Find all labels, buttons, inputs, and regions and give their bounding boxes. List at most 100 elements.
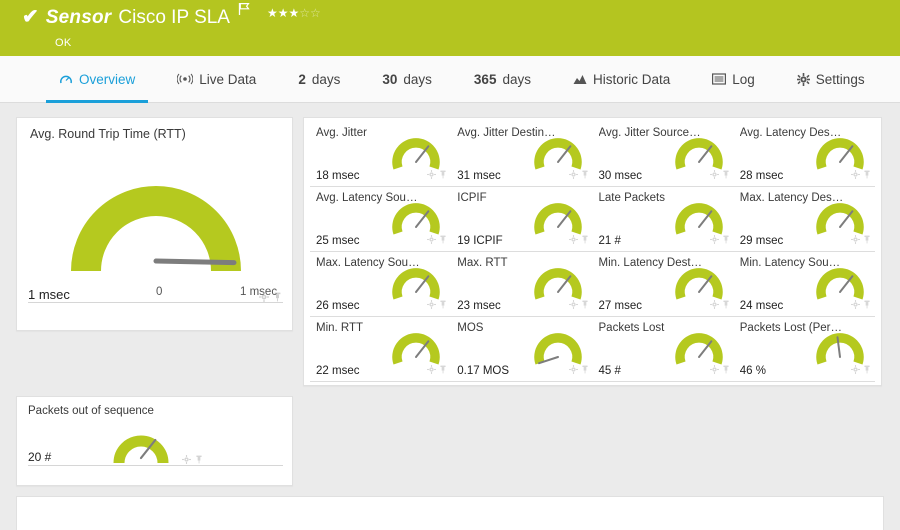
primary-gauge-needle (156, 261, 234, 263)
tab-label: Log (732, 72, 755, 87)
panel-tools (427, 166, 447, 184)
primary-gauge-footer: 1 msec (28, 302, 283, 322)
gear-icon[interactable] (710, 231, 719, 249)
mini-gauge-card: ICPIF19 ICPIF (451, 187, 592, 252)
panel-tools (851, 361, 871, 379)
gear-icon[interactable] (427, 361, 436, 379)
mini-gauge-card: Max. Latency Source - ...26 msec (310, 252, 451, 317)
mini-gauge-label: Avg. Jitter Source - De... (599, 127, 703, 139)
mini-gauge-value: 30 msec (599, 170, 642, 182)
mini-gauge-label: Max. RTT (457, 257, 561, 269)
pin-icon[interactable] (439, 166, 447, 184)
tab-30-days[interactable]: 30 days (361, 56, 453, 102)
panel-tools (569, 231, 589, 249)
mini-gauge-value: 28 msec (740, 170, 783, 182)
gear-icon[interactable] (851, 361, 860, 379)
mini-gauge-value: 31 msec (457, 170, 500, 182)
mini-gauges-panel: Avg. Jitter18 msecAvg. Jitter Destinatio… (303, 117, 882, 386)
tab-label: Settings (816, 72, 865, 87)
mini-gauge-label: Packets Lost (599, 322, 703, 334)
tab-365-days[interactable]: 365 days (453, 56, 552, 102)
star-outline-icon[interactable]: ☆ (310, 7, 321, 19)
sensor-kind-label: Sensor (46, 6, 112, 29)
mini-gauge-card: Min. Latency Destinati...27 msec (593, 252, 734, 317)
gear-icon[interactable] (259, 289, 269, 307)
pin-icon[interactable] (439, 361, 447, 379)
gauge-icon (59, 72, 73, 86)
pin-icon[interactable] (863, 361, 871, 379)
pin-icon[interactable] (439, 296, 447, 314)
panel-tools (710, 296, 730, 314)
tab-overview[interactable]: Overview (38, 56, 156, 102)
star-icon[interactable]: ★ (289, 7, 300, 19)
pin-icon[interactable] (722, 361, 730, 379)
mini-gauge-label: Avg. Jitter Destination ... (457, 127, 561, 139)
gear-icon[interactable] (710, 166, 719, 184)
gear-icon[interactable] (851, 166, 860, 184)
pin-icon[interactable] (722, 166, 730, 184)
star-icon[interactable]: ★ (267, 7, 278, 19)
mini-gauge-value: 29 msec (740, 235, 783, 247)
pin-icon[interactable] (581, 296, 589, 314)
star-icon[interactable]: ★ (278, 7, 289, 19)
gear-icon[interactable] (710, 296, 719, 314)
mini-gauge-grid: Avg. Jitter18 msecAvg. Jitter Destinatio… (310, 122, 875, 382)
page-title: Cisco IP SLA (118, 6, 230, 29)
primary-gauge-dial (61, 143, 251, 289)
pin-icon[interactable] (581, 231, 589, 249)
overview-content: Avg. Round Trip Time (RTT) 0 1 msec 1 ms… (0, 103, 900, 486)
log-list-icon (712, 73, 726, 85)
panel-footer: 20 # (28, 465, 283, 479)
pin-icon[interactable] (439, 231, 447, 249)
pin-icon[interactable] (722, 296, 730, 314)
gear-icon[interactable] (427, 296, 436, 314)
mini-gauge-card: MOS0.17 MOS (451, 317, 592, 382)
mini-gauge-value: 22 msec (316, 365, 359, 377)
tab-2-days[interactable]: 2 days (277, 56, 361, 102)
pin-icon[interactable] (863, 296, 871, 314)
panel-tools (851, 166, 871, 184)
gear-icon[interactable] (569, 361, 578, 379)
gear-icon[interactable] (182, 451, 191, 469)
sensor-header: ✔ Sensor Cisco IP SLA ★ ★ ★ ☆ ☆ OK (0, 0, 900, 56)
gear-icon[interactable] (569, 296, 578, 314)
mini-gauge-label: ICPIF (457, 192, 561, 204)
star-outline-icon[interactable]: ☆ (299, 7, 310, 19)
tab-label: Historic Data (593, 72, 670, 87)
pin-icon[interactable] (863, 166, 871, 184)
pin-icon[interactable] (581, 166, 589, 184)
flag-icon[interactable] (238, 2, 251, 21)
priority-rating[interactable]: ★ ★ ★ ☆ ☆ (267, 7, 321, 19)
panel-tools (569, 296, 589, 314)
gear-icon[interactable] (710, 361, 719, 379)
panel-tools (569, 166, 589, 184)
gear-icon[interactable] (569, 166, 578, 184)
status-check-icon: ✔ (22, 6, 39, 28)
mini-gauge-label: Min. Latency Source - ... (740, 257, 844, 269)
pin-icon[interactable] (195, 451, 203, 469)
mini-gauge-value: 26 msec (316, 300, 359, 312)
gear-icon[interactable] (569, 231, 578, 249)
panel-tools (851, 231, 871, 249)
gear-icon[interactable] (427, 231, 436, 249)
tab-live-data[interactable]: Live Data (156, 56, 277, 102)
pin-icon[interactable] (722, 231, 730, 249)
tab-label: days (403, 72, 432, 87)
pin-icon[interactable] (863, 231, 871, 249)
panel-tools (259, 289, 282, 307)
tab-historic-data[interactable]: Historic Data (552, 56, 691, 102)
tab-settings[interactable]: Settings (776, 56, 886, 102)
packets-out-of-sequence-label: Packets out of sequence (28, 405, 283, 417)
mini-gauge-value: 24 msec (740, 300, 783, 312)
pin-icon[interactable] (581, 361, 589, 379)
gear-icon[interactable] (851, 231, 860, 249)
gear-icon[interactable] (427, 166, 436, 184)
mini-gauge-card: Packets Lost 45 # (593, 317, 734, 382)
mini-gauge-value: 45 # (599, 365, 621, 377)
tab-log[interactable]: Log (691, 56, 776, 102)
packets-out-of-sequence-panel: Packets out of sequence 20 # (16, 396, 293, 486)
pin-icon[interactable] (273, 289, 282, 307)
mini-gauge-card: Late Packets21 # (593, 187, 734, 252)
mini-gauge-card: Min. RTT22 msec (310, 317, 451, 382)
gear-icon[interactable] (851, 296, 860, 314)
